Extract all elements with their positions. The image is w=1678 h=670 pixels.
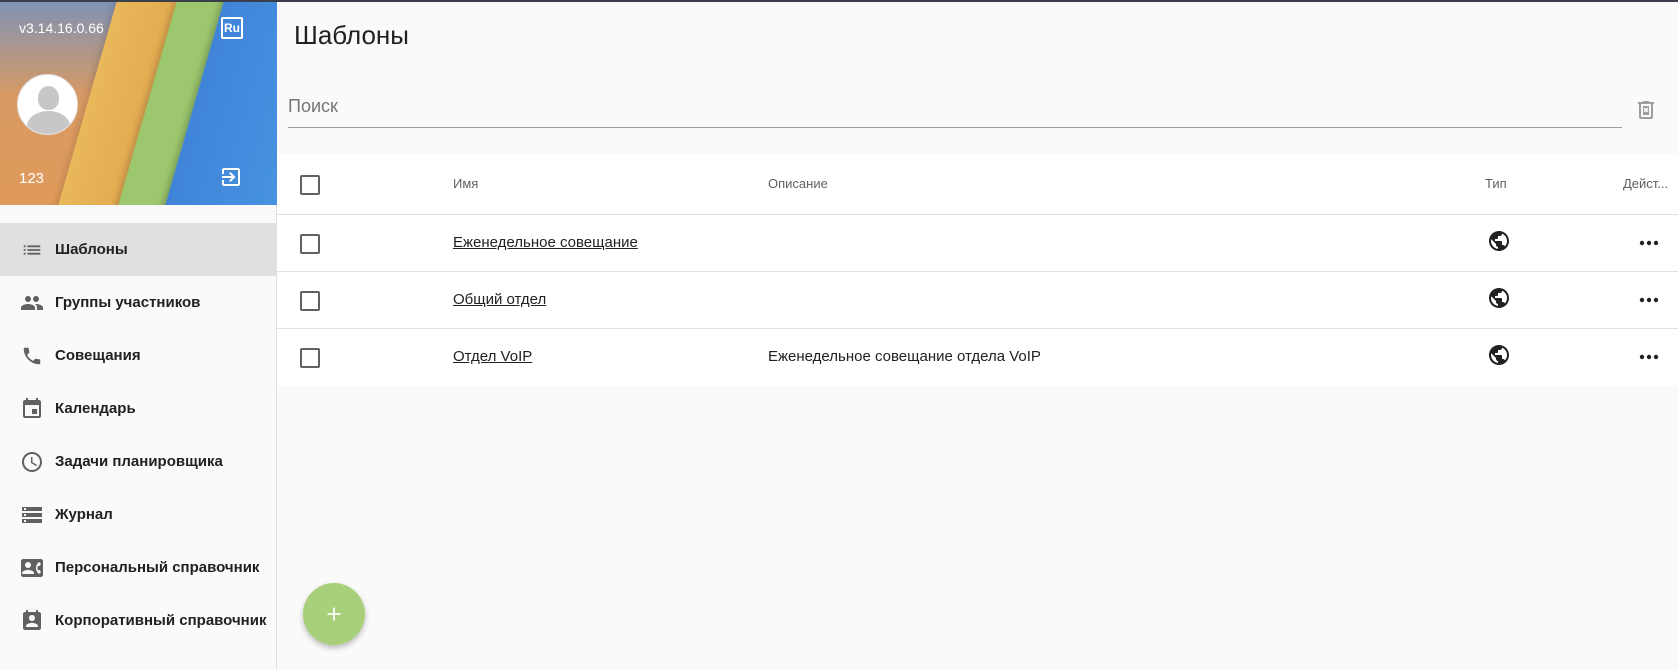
row-checkbox[interactable] <box>300 234 320 254</box>
sidebar-item-label: Шаблоны <box>55 241 128 258</box>
sidebar: v3.14.16.0.66 Ru 123 Шаблоны Группы учас… <box>0 2 277 670</box>
window-top-border <box>0 0 1678 2</box>
sidebar-header: v3.14.16.0.66 Ru 123 <box>0 2 277 205</box>
sidebar-item-label: Группы участников <box>55 294 201 311</box>
plus-icon <box>327 607 341 621</box>
row-checkbox[interactable] <box>300 291 320 311</box>
search-input[interactable] <box>288 86 1622 127</box>
clock-icon <box>20 450 44 474</box>
column-header-type[interactable]: Тип <box>1485 176 1507 191</box>
column-header-actions: Дейст... <box>1623 176 1669 191</box>
table-row: Общий отдел <box>277 272 1678 329</box>
template-name-link[interactable]: Еженедельное совещание <box>453 234 638 251</box>
template-description: Еженедельное совещание отдела VoIP <box>768 348 1041 365</box>
avatar <box>17 74 78 135</box>
version-label: v3.14.16.0.66 <box>19 20 104 36</box>
calendar-icon <box>20 397 44 421</box>
sidebar-item-personal-directory[interactable]: Персональный справочник <box>0 541 276 594</box>
sidebar-item-label: Корпоративный справочник <box>55 612 267 629</box>
more-actions-icon[interactable] <box>1637 345 1661 369</box>
sidebar-nav: Шаблоны Группы участников Совещания Кале… <box>0 223 276 647</box>
sidebar-item-label: Совещания <box>55 347 141 364</box>
logout-icon[interactable] <box>219 165 243 189</box>
template-name-link[interactable]: Отдел VoIP <box>453 348 532 365</box>
globe-icon <box>1487 229 1511 253</box>
table-header-row: Имя Описание Тип Дейст... <box>277 154 1678 215</box>
more-actions-icon[interactable] <box>1637 288 1661 312</box>
phone-icon <box>20 344 44 368</box>
contact-book-icon <box>20 609 44 633</box>
sidebar-item-label: Календарь <box>55 400 136 417</box>
sidebar-item-label: Задачи планировщика <box>55 453 223 470</box>
template-name-link[interactable]: Общий отдел <box>453 291 546 308</box>
language-switch-button[interactable]: Ru <box>221 17 243 39</box>
globe-icon <box>1487 286 1511 310</box>
select-all-checkbox[interactable] <box>300 175 320 195</box>
add-template-button[interactable] <box>303 583 365 645</box>
column-header-name[interactable]: Имя <box>453 176 478 191</box>
sidebar-item-scheduler-tasks[interactable]: Задачи планировщика <box>0 435 276 488</box>
people-icon <box>20 291 44 315</box>
page-title: Шаблоны <box>294 20 409 50</box>
sidebar-item-label: Персональный справочник <box>55 559 260 576</box>
sidebar-item-calendar[interactable]: Календарь <box>0 382 276 435</box>
storage-icon <box>20 503 44 527</box>
sidebar-item-templates[interactable]: Шаблоны <box>0 223 276 276</box>
column-header-description[interactable]: Описание <box>768 176 828 191</box>
search-field <box>288 86 1622 128</box>
table-row: Отдел VoIP Еженедельное совещание отдела… <box>277 329 1678 386</box>
more-actions-icon[interactable] <box>1637 231 1661 255</box>
sidebar-item-participant-groups[interactable]: Группы участников <box>0 276 276 329</box>
sidebar-item-corporate-directory[interactable]: Корпоративный справочник <box>0 594 276 647</box>
username: 123 <box>19 170 45 187</box>
sidebar-item-journal[interactable]: Журнал <box>0 488 276 541</box>
list-icon <box>20 238 44 262</box>
main-content: Шаблоны Имя Описание Тип Дейст... Еженед… <box>277 2 1678 670</box>
contact-card-icon <box>20 556 44 580</box>
row-checkbox[interactable] <box>300 348 320 368</box>
globe-icon <box>1487 343 1511 367</box>
sidebar-item-meetings[interactable]: Совещания <box>0 329 276 382</box>
table-row: Еженедельное совещание <box>277 215 1678 272</box>
clear-filter-icon[interactable] <box>1634 98 1658 122</box>
sidebar-item-label: Журнал <box>55 506 113 523</box>
templates-table: Имя Описание Тип Дейст... Еженедельное с… <box>277 154 1678 386</box>
